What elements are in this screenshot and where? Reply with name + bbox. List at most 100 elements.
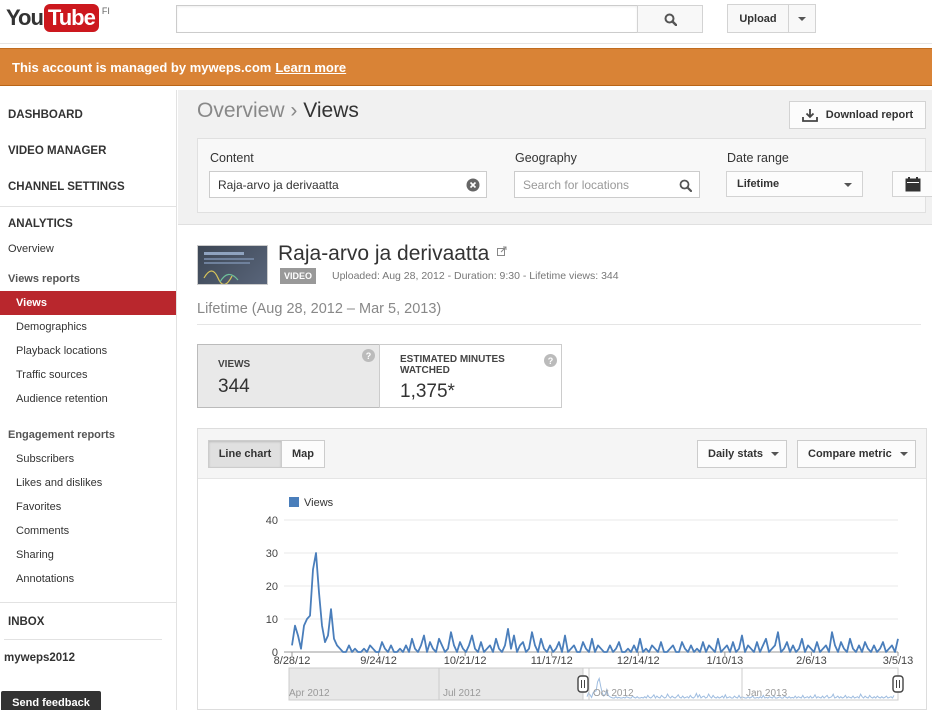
sidebar-item-analytics[interactable]: ANALYTICS <box>8 218 73 230</box>
x-tick-label: 3/5/13 <box>883 655 914 667</box>
search-icon <box>679 179 692 192</box>
sidebar-item-favorites[interactable]: Favorites <box>16 501 61 513</box>
sidebar-item-sharing[interactable]: Sharing <box>16 549 54 561</box>
views-metric-card[interactable]: VIEWS 344 ? <box>197 344 380 408</box>
sidebar-item-inbox[interactable]: INBOX <box>8 616 44 628</box>
clear-icon[interactable] <box>466 178 480 192</box>
sidebar-divider <box>4 639 162 640</box>
x-tick-label: 10/21/12 <box>444 655 487 667</box>
search-button[interactable] <box>637 5 703 33</box>
breadcrumb: Overview › Views <box>197 99 359 123</box>
range-handle <box>892 675 904 693</box>
thumbnail-image <box>203 252 254 284</box>
download-icon <box>801 109 818 122</box>
geography-label: Geography <box>515 151 577 165</box>
minutes-metric-label-1: ESTIMATED MINUTES <box>400 354 505 365</box>
breadcrumb-overview[interactable]: Overview <box>197 99 285 122</box>
divider <box>197 324 921 325</box>
overview-label: Jan 2013 <box>746 688 788 699</box>
overview-label: Apr 2012 <box>289 688 330 699</box>
page-title: Views <box>303 99 359 122</box>
sidebar-item-views[interactable]: Views <box>0 291 176 315</box>
legend-label: Views <box>304 497 334 509</box>
sidebar-item-likes-dislikes[interactable]: Likes and dislikes <box>16 477 102 489</box>
help-icon[interactable]: ? <box>544 354 557 367</box>
chevron-down-icon <box>844 183 852 187</box>
video-title-text: Raja-arvo ja derivaatta <box>278 242 490 265</box>
sidebar-item-overview[interactable]: Overview <box>8 243 54 255</box>
external-link-icon[interactable] <box>497 246 507 256</box>
upload-dropdown-button[interactable] <box>788 4 816 33</box>
y-tick-label: 40 <box>266 515 278 527</box>
views-series-line <box>291 552 899 653</box>
calendar-icon <box>905 176 920 191</box>
video-meta: Uploaded: Aug 28, 2012 - Duration: 9:30 … <box>332 270 619 282</box>
x-tick-label: 2/6/13 <box>796 655 827 667</box>
legend-swatch <box>289 497 299 507</box>
help-icon[interactable]: ? <box>362 349 375 362</box>
chevron-down-icon <box>798 16 806 21</box>
content-input-value: Raja-arvo ja derivaatta <box>218 177 339 192</box>
sidebar-divider <box>0 602 177 603</box>
filter-panel: Content Raja-arvo ja derivaatta Geograph… <box>197 138 932 213</box>
sidebar-section-views-reports: Views reports <box>8 273 80 285</box>
sidebar-item-audience-retention[interactable]: Audience retention <box>16 393 108 405</box>
sidebar-item-subscribers[interactable]: Subscribers <box>16 453 74 465</box>
views-metric-value: 344 <box>218 376 250 397</box>
x-tick-label: 11/17/12 <box>531 655 573 667</box>
sidebar-item-channel-settings[interactable]: CHANNEL SETTINGS <box>8 181 125 193</box>
search-icon <box>664 13 677 26</box>
logo-country-code: FI <box>101 6 110 16</box>
y-tick-label: 30 <box>266 548 278 560</box>
video-thumbnail[interactable] <box>197 245 268 285</box>
logo-you-text: You <box>6 5 44 30</box>
logo-tube-text: Tube <box>43 4 99 32</box>
views-metric-label: VIEWS <box>218 359 251 370</box>
views-line-chart: 0102030408/28/12 9/24/12 10/21/12 11/17/12 1… <box>266 497 914 701</box>
chart-card: Line chart Map Daily stats Compare metri… <box>197 428 927 710</box>
y-tick-label: 10 <box>266 614 278 626</box>
video-title[interactable]: Raja-arvo ja derivaatta <box>278 242 507 266</box>
breadcrumb-separator: › <box>290 99 298 122</box>
sidebar-item-playback-locations[interactable]: Playback locations <box>16 345 107 357</box>
date-range-label: Date range <box>727 151 789 165</box>
content-label: Content <box>210 151 254 165</box>
download-report-button[interactable]: Download report <box>789 101 926 129</box>
report-header: Overview › Views Download report Content… <box>178 90 932 225</box>
youtube-logo[interactable]: You Tube FI <box>6 4 110 34</box>
sidebar-divider <box>0 206 177 207</box>
calendar-button[interactable] <box>892 171 932 197</box>
sidebar-item-comments[interactable]: Comments <box>16 525 69 537</box>
date-range-value: Lifetime <box>737 178 780 190</box>
minutes-metric-value: 1,375* <box>400 381 455 402</box>
sidebar-item-annotations[interactable]: Annotations <box>16 573 74 585</box>
geography-placeholder: Search for locations <box>523 177 630 192</box>
sidebar-item-traffic-sources[interactable]: Traffic sources <box>16 369 88 381</box>
sidebar-item-demographics[interactable]: Demographics <box>16 321 87 333</box>
range-handle <box>577 675 589 693</box>
overview-label: Jul 2012 <box>443 688 481 699</box>
overview-label: Oct 2012 <box>593 688 634 699</box>
date-range-heading: Lifetime (Aug 28, 2012 – Mar 5, 2013) <box>197 301 442 317</box>
x-tick-label: 1/10/13 <box>707 655 744 667</box>
content-input[interactable]: Raja-arvo ja derivaatta <box>209 171 487 198</box>
minutes-metric-label-2: WATCHED <box>400 365 450 376</box>
download-report-label: Download report <box>825 109 914 121</box>
minutes-metric-card[interactable]: ESTIMATED MINUTES WATCHED 1,375* ? <box>379 344 562 408</box>
search-input[interactable] <box>176 5 638 33</box>
sidebar-username[interactable]: myweps2012 <box>4 652 75 664</box>
date-range-select[interactable]: Lifetime <box>726 171 863 197</box>
video-type-badge: VIDEO <box>280 268 317 284</box>
send-feedback-button[interactable]: Send feedback <box>1 691 101 710</box>
learn-more-link[interactable]: Learn more <box>275 60 346 75</box>
sidebar-item-video-manager[interactable]: VIDEO MANAGER <box>8 145 106 157</box>
y-tick-label: 20 <box>266 581 278 593</box>
sidebar: DASHBOARD VIDEO MANAGER CHANNEL SETTINGS… <box>0 90 177 710</box>
banner-text: This account is managed by myweps.com <box>12 59 272 75</box>
x-tick-label: 12/14/12 <box>617 655 660 667</box>
managed-account-banner: This account is managed by myweps.com Le… <box>0 48 932 86</box>
geography-input[interactable]: Search for locations <box>514 171 700 198</box>
upload-button[interactable]: Upload <box>727 4 789 33</box>
top-header: You Tube FI Upload <box>0 0 932 44</box>
sidebar-item-dashboard[interactable]: DASHBOARD <box>8 109 83 121</box>
